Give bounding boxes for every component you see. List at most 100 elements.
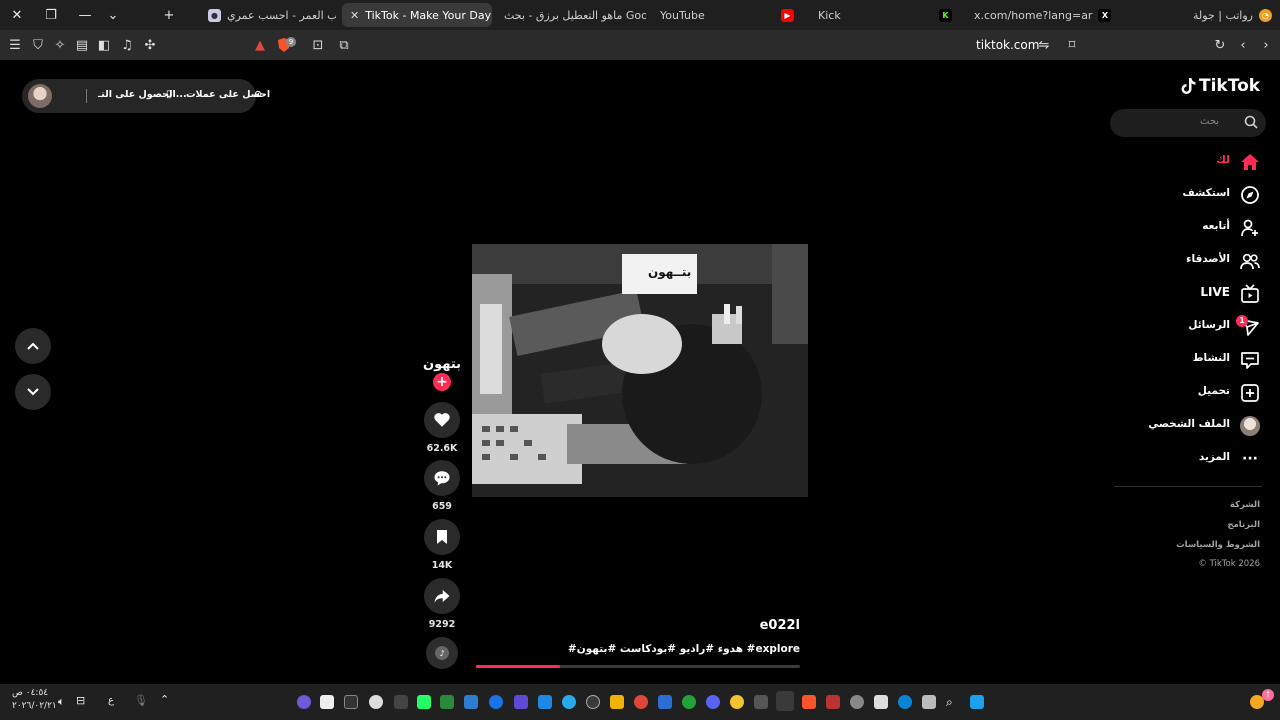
taskbar-store-icon[interactable] [874,695,888,709]
search-input[interactable] [1110,109,1266,137]
tab-youtube[interactable]: YouTube ▶ [652,3,802,27]
forward-icon[interactable]: › [1256,35,1276,55]
taskbar-app-icon[interactable] [730,695,744,709]
taskbar-app-icon[interactable] [394,695,408,709]
translate-icon[interactable]: ⧉ [334,35,354,55]
video-author[interactable]: e022l [700,618,800,633]
tiktok-logo[interactable]: TikTok [1180,76,1260,96]
sidebar-divider [1114,486,1262,487]
notification-badge[interactable]: ↑ [1262,689,1274,701]
brave-rewards-icon[interactable]: ▲ [250,35,270,55]
extensions-icon[interactable]: ✣ [140,35,160,55]
previous-video-button[interactable] [15,328,51,364]
back-icon[interactable]: ‹ [1233,35,1253,55]
taskbar-search-icon[interactable]: ⌕ [946,695,960,709]
address-bar[interactable] [246,34,1022,56]
taskbar-edge-icon[interactable] [898,695,912,709]
microphone-icon[interactable]: 🎙︎ [134,694,148,707]
user-avatar[interactable] [28,84,52,108]
taskbar-app-icon[interactable] [826,695,840,709]
taskbar-app-icon[interactable] [586,695,600,709]
nav-messages[interactable]: 1 الرسائل [1110,315,1266,339]
nav-explore[interactable]: استكشف [1110,183,1266,207]
comment-button[interactable] [424,460,460,496]
nav-upload[interactable]: تحميل [1110,381,1266,405]
search-icon[interactable] [1244,115,1258,129]
nav-following[interactable]: أتابعه [1110,216,1266,240]
nav-for-you[interactable]: لك [1110,150,1266,174]
taskbar-discord-icon[interactable] [706,695,720,709]
network-icon[interactable]: ⊟ [76,694,85,707]
nav-profile[interactable]: الملف الشخصي [1110,414,1266,438]
divider [86,89,87,103]
close-tab-icon[interactable]: ✕ [350,9,359,22]
coin-icon: ⊘ [254,89,262,100]
taskbar-settings-icon[interactable] [369,695,383,709]
taskbar-telegram-icon[interactable] [562,695,576,709]
site-settings-icon[interactable]: ⇋ [1034,35,1054,55]
tray-overflow-icon[interactable]: ⌃ [160,693,169,706]
language-indicator[interactable]: ع [108,695,114,706]
footer-terms-link[interactable]: الشروط والسياسات [1176,540,1260,550]
taskbar-steam-icon[interactable] [776,691,794,711]
tab-x[interactable]: x.com/home?lang=ar X [966,3,1116,27]
footer-company-link[interactable]: الشركة [1230,500,1260,510]
taskbar-app-icon[interactable] [850,695,864,709]
window-restore-button[interactable]: ❐ [34,0,68,30]
tab-salary[interactable]: رواتب | جولة ◔ [1150,3,1280,27]
taskbar-app-icon[interactable] [658,695,672,709]
rewards-icon[interactable]: ✧ [50,35,70,55]
tab-search-chevron-icon[interactable]: ⌄ [96,0,130,30]
taskbar-app-icon[interactable] [634,695,648,709]
taskbar-app-icon[interactable] [417,695,431,709]
taskbar-app-icon[interactable] [344,695,358,709]
tab-tiktok[interactable]: ✕ TikTok - Make Your Day ♪ [342,3,492,27]
taskbar-app-icon[interactable] [754,695,768,709]
tab-age-calculator[interactable]: ● حساب العمر - احسب عمري [200,3,336,27]
taskbar-app-icon[interactable] [514,695,528,709]
nav-live[interactable]: LIVE [1110,282,1266,306]
taskbar-app-icon[interactable] [297,695,311,709]
footer-program-link[interactable]: البرنامج [1227,520,1260,530]
video-caption[interactable]: #هدوء #راديو #بودكاست #بتهون #explore [560,643,800,655]
video-player[interactable]: بتــهون [472,244,808,497]
tab-google-search[interactable]: ماهو التعطيل برزق - بحث Google G [496,3,646,27]
taskbar-excel-icon[interactable] [440,695,454,709]
taskbar-app-icon[interactable] [538,695,552,709]
nav-label: لك [1216,154,1230,166]
window-close-button[interactable]: ✕ [0,0,34,30]
taskbar-xbox-icon[interactable] [682,695,696,709]
get-app-button[interactable]: الحصول على التـ... [98,89,187,100]
taskbar-file-icon[interactable] [320,695,334,709]
sound-disc-icon[interactable]: ♪ [426,637,458,669]
speaker-icon[interactable]: 🔈︎ [58,695,65,709]
nav-more[interactable]: ··· المزيد [1110,447,1266,471]
bookmark-icon[interactable]: ⌑ [1062,35,1082,55]
taskbar-app-icon[interactable] [489,695,503,709]
tab-kick[interactable]: Kick K [810,3,960,27]
taskbar-app-icon[interactable] [610,695,624,709]
new-tab-button[interactable]: + [152,0,186,30]
next-video-button[interactable] [15,374,51,410]
nav-friends[interactable]: الأصدقاء [1110,249,1266,273]
url-text[interactable]: tiktok.com [976,38,1039,52]
sidebar-icon[interactable]: ◧ [94,35,114,55]
video-progress-bar[interactable] [476,665,800,668]
cast-icon[interactable]: ⊡ [308,35,328,55]
windows-start-icon[interactable] [970,695,984,709]
share-button[interactable] [424,578,460,614]
nav-activity[interactable]: النشاط [1110,348,1266,372]
shield-icon[interactable]: ⛉ [28,35,48,55]
menu-icon[interactable]: ☰ [5,35,25,55]
taskbar-app-icon[interactable] [464,695,478,709]
tab-label: x.com/home?lang=ar [974,8,1093,22]
music-icon[interactable]: ♫ [117,35,137,55]
follow-button[interactable]: + [433,373,451,391]
reading-list-icon[interactable]: ▤ [72,35,92,55]
reload-icon[interactable]: ↻ [1210,35,1230,55]
like-button[interactable] [424,402,460,438]
messages-badge: 1 [1236,315,1248,327]
taskbar-task-view-icon[interactable] [922,695,936,709]
taskbar-brave-icon[interactable] [802,695,816,709]
save-button[interactable] [424,519,460,555]
